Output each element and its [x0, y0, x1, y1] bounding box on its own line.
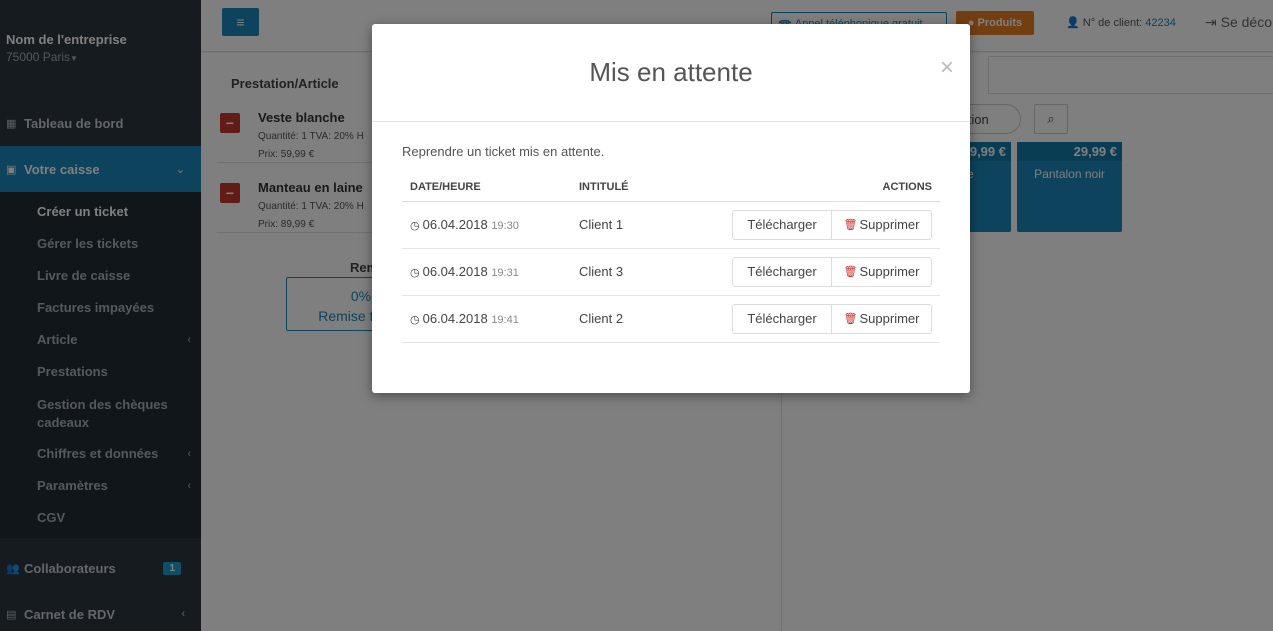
clock-icon: ◷	[410, 314, 420, 326]
table-row: ◷ 06.04.2018 19:31 Client 3 Télécharger 🗑…	[402, 248, 940, 296]
modal-body: Reprendre un ticket mis en attente. DATE…	[372, 122, 970, 343]
row-datetime: ◷ 06.04.2018 19:41	[402, 295, 571, 343]
clock-icon: ◷	[410, 267, 420, 279]
close-icon[interactable]: ×	[940, 54, 954, 82]
row-time: 19:31	[491, 267, 519, 279]
clock-icon: ◷	[410, 220, 420, 232]
delete-button[interactable]: 🗑 Supprimer	[832, 256, 932, 287]
row-actions: Télécharger 🗑 Supprimer	[721, 201, 940, 249]
table-header-row: DATE/HEURE INTITULÉ ACTIONS	[402, 173, 940, 202]
delete-label: Supprimer	[859, 264, 920, 279]
trash-icon: 🗑	[843, 313, 858, 325]
on-hold-table: DATE/HEURE INTITULÉ ACTIONS ◷ 06.04.2018 …	[402, 173, 940, 343]
row-title: Client 2	[571, 295, 721, 343]
column-header-actions: ACTIONS	[721, 173, 940, 202]
download-button[interactable]: Télécharger	[732, 303, 832, 334]
row-title: Client 1	[571, 201, 721, 249]
delete-label: Supprimer	[859, 217, 920, 232]
column-header-date: DATE/HEURE	[402, 173, 571, 202]
download-button[interactable]: Télécharger	[732, 256, 832, 287]
delete-label: Supprimer	[859, 311, 920, 326]
row-date: 06.04.2018	[422, 264, 488, 279]
table-row: ◷ 06.04.2018 19:30 Client 1 Télécharger 🗑…	[402, 201, 940, 249]
row-time: 19:30	[491, 220, 519, 232]
row-datetime: ◷ 06.04.2018 19:31	[402, 248, 571, 296]
on-hold-modal: Mis en attente × Reprendre un ticket mis…	[372, 24, 970, 393]
row-date: 06.04.2018	[422, 311, 488, 326]
row-datetime: ◷ 06.04.2018 19:30	[402, 201, 571, 249]
modal-intro: Reprendre un ticket mis en attente.	[402, 144, 605, 159]
download-button[interactable]: Télécharger	[732, 209, 832, 240]
row-date: 06.04.2018	[422, 217, 488, 232]
row-actions: Télécharger 🗑 Supprimer	[721, 295, 940, 343]
row-actions: Télécharger 🗑 Supprimer	[721, 248, 940, 296]
modal-title: Mis en attente	[589, 57, 753, 87]
modal-header: Mis en attente ×	[372, 24, 970, 122]
trash-icon: 🗑	[843, 219, 858, 231]
trash-icon: 🗑	[843, 266, 858, 278]
delete-button[interactable]: 🗑 Supprimer	[832, 209, 932, 240]
table-row: ◷ 06.04.2018 19:41 Client 2 Télécharger 🗑…	[402, 295, 940, 343]
delete-button[interactable]: 🗑 Supprimer	[832, 303, 932, 334]
column-header-title: INTITULÉ	[571, 173, 721, 202]
row-time: 19:41	[491, 314, 519, 326]
row-title: Client 3	[571, 248, 721, 296]
